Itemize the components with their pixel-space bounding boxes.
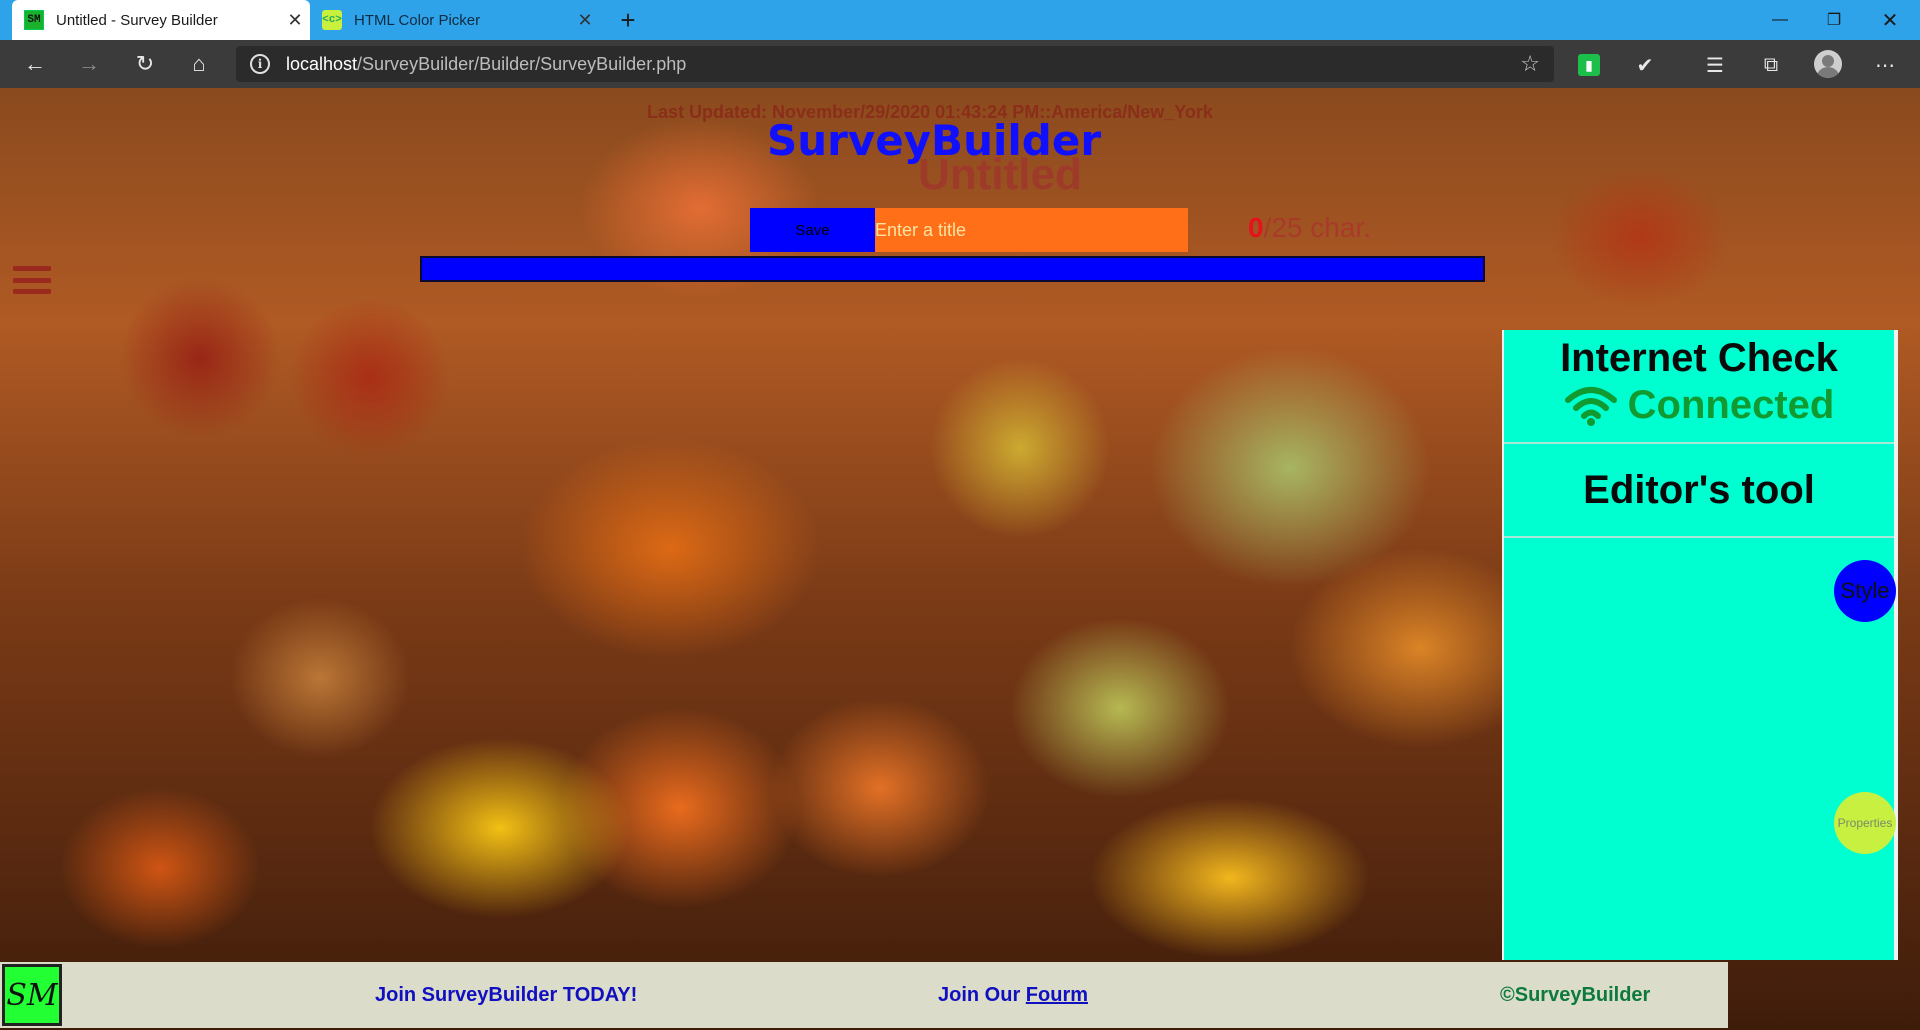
address-bar[interactable]: i localhost/SurveyBuilder/Builder/Survey… (236, 46, 1554, 82)
favorite-star-icon[interactable]: ☆ (1520, 51, 1540, 77)
tab-title: Untitled - Survey Builder (56, 11, 218, 29)
editor-tool-heading: Editor's tool (1583, 467, 1815, 512)
forum-link[interactable]: Fourm (1026, 984, 1088, 1006)
editor-side-panel: Internet Check Connected Editor's tool S… (1502, 330, 1898, 960)
join-link[interactable]: Join SurveyBuilder TODAY! (375, 984, 637, 1007)
menu-hamburger-icon[interactable] (13, 266, 51, 294)
internet-check-section: Internet Check Connected (1504, 330, 1894, 444)
tab-color-picker[interactable]: <c> HTML Color Picker ✕ (310, 0, 600, 40)
survey-title-input[interactable] (875, 208, 1188, 252)
home-icon[interactable]: ⌂ (182, 48, 216, 80)
extension-shield-icon[interactable]: ✔ (1632, 52, 1658, 78)
new-tab-icon[interactable]: + (612, 4, 644, 36)
forum-prefix: Join Our (938, 984, 1026, 1006)
editor-tool-section: Editor's tool (1504, 444, 1894, 538)
close-window-icon[interactable]: ✕ (1862, 0, 1918, 40)
more-menu-icon[interactable]: ⋯ (1872, 52, 1898, 78)
favorites-list-icon[interactable]: ☰ (1702, 52, 1728, 78)
close-tab-icon[interactable]: ✕ (570, 10, 600, 31)
close-tab-icon[interactable]: ✕ (280, 10, 310, 31)
char-count-number: 0 (1248, 212, 1264, 243)
wifi-icon (1564, 386, 1617, 426)
page-viewport: Last Updated: November/29/2020 01:43:24 … (0, 88, 1920, 1030)
surveybuilder-favicon-icon: SM (24, 10, 44, 30)
connection-status-text: Connected (1627, 383, 1835, 427)
browser-tab-bar: SM Untitled - Survey Builder ✕ <c> HTML … (0, 0, 1920, 40)
style-button[interactable]: Style (1834, 560, 1896, 622)
restore-icon[interactable]: ❐ (1806, 0, 1862, 40)
back-icon[interactable]: ← (18, 48, 52, 80)
copyright-text: ©SurveyBuilder (1500, 984, 1651, 1006)
save-button[interactable]: Save (750, 208, 875, 252)
profile-avatar[interactable] (1814, 50, 1842, 78)
browser-toolbar: ← → ↻ ⌂ i localhost/SurveyBuilder/Builde… (0, 40, 1920, 88)
minimize-icon[interactable]: — (1752, 0, 1808, 40)
tab-title: HTML Color Picker (354, 11, 481, 29)
char-counter: 0/25 char. (1248, 212, 1371, 244)
internet-check-heading: Internet Check (1560, 336, 1838, 380)
forward-icon[interactable]: → (72, 48, 106, 80)
extension-green-icon[interactable]: ▮ (1578, 54, 1600, 76)
refresh-icon[interactable]: ↻ (128, 48, 162, 80)
url-host: localhost (286, 53, 358, 74)
url-path: /SurveyBuilder/Builder/SurveyBuilder.php (357, 53, 687, 74)
properties-button[interactable]: Properties (1834, 792, 1896, 854)
tab-survey-builder[interactable]: SM Untitled - Survey Builder ✕ (12, 0, 310, 40)
collections-icon[interactable]: ⧉ (1758, 52, 1784, 78)
color-picker-favicon-icon: <c> (322, 10, 342, 30)
connection-status: Connected (1504, 383, 1894, 428)
char-count-limit: /25 char. (1263, 212, 1371, 243)
site-info-icon[interactable]: i (250, 54, 270, 74)
surveybuilder-logo[interactable]: SM (2, 964, 62, 1026)
page-footer: SM Join SurveyBuilder TODAY! Join Our Fo… (0, 962, 1728, 1028)
survey-title: Untitled (0, 150, 1920, 200)
survey-title-text: Untitled (918, 150, 1082, 199)
forum-text: Join Our Fourm (938, 984, 1088, 1007)
progress-bar (420, 256, 1485, 282)
